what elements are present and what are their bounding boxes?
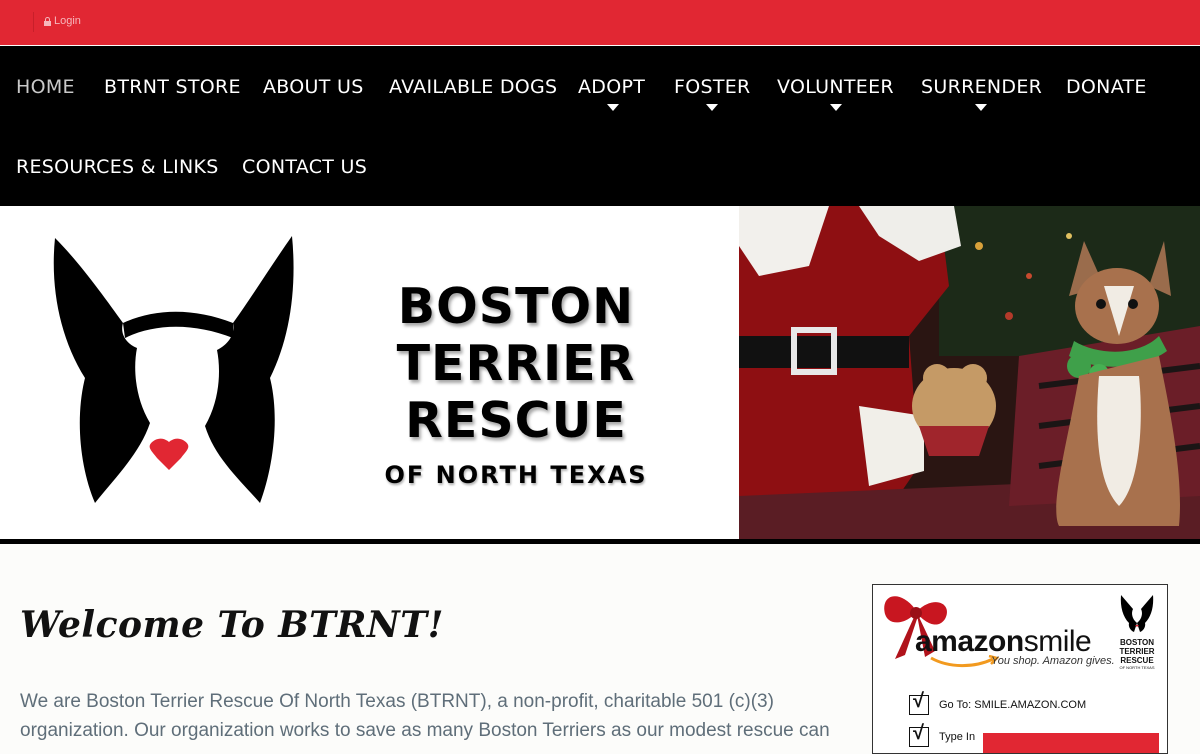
top-bar-divider <box>33 12 34 32</box>
ad-step-1-text: Go To: SMILE.AMAZON.COM <box>939 699 1087 711</box>
amazon-smile-ad[interactable]: amazonsmile You shop. Amazon gives. BOST… <box>872 584 1168 754</box>
hero-banner: BOSTON TERRIER RESCUE OF NORTH TEXAS <box>0 206 1200 544</box>
checkbox-icon: √ <box>909 690 929 715</box>
nav-resources-links[interactable]: RESOURCES & LINKS <box>16 156 219 178</box>
lock-icon <box>44 16 51 26</box>
nav-donate[interactable]: DONATE <box>1066 76 1147 98</box>
mini-logo-line-4: OF NORTH TEXAS <box>1119 665 1155 670</box>
mini-btrnt-logo: BOSTON TERRIER RESCUE OF NORTH TEXAS <box>1115 593 1159 670</box>
banner-logo-text: BOSTON TERRIER RESCUE OF NORTH TEXAS <box>380 278 652 489</box>
top-bar: Login <box>0 0 1200 45</box>
ad-step-2: √ Type In <box>909 722 976 747</box>
chevron-down-icon[interactable] <box>607 104 619 111</box>
main-content: Welcome To BTRNT! We are Boston Terrier … <box>0 544 1200 754</box>
nav-available-dogs[interactable]: AVAILABLE DOGS <box>389 76 557 98</box>
nav-foster[interactable]: FOSTER <box>674 76 751 98</box>
boston-terrier-logo-icon <box>53 236 294 503</box>
logo-line-1: BOSTON <box>397 278 635 335</box>
chevron-down-icon[interactable] <box>706 104 718 111</box>
main-nav: HOME BTRNT STORE ABOUT US AVAILABLE DOGS… <box>0 46 1200 206</box>
amazon-smile-arrow-icon <box>930 655 999 668</box>
chevron-down-icon[interactable] <box>830 104 842 111</box>
ad-step-2-text: Type In <box>939 731 976 743</box>
nav-volunteer[interactable]: VOLUNTEER <box>777 76 894 98</box>
banner-logo-panel: BOSTON TERRIER RESCUE OF NORTH TEXAS <box>0 206 739 539</box>
logo-line-2: TERRIER <box>396 335 636 392</box>
mini-logo-line-1: BOSTON <box>1119 638 1155 647</box>
welcome-heading: Welcome To BTRNT! <box>20 604 444 646</box>
checkbox-icon: √ <box>909 722 929 747</box>
amazon-word: amazon <box>915 625 1024 658</box>
mini-logo-line-3: RESCUE <box>1120 656 1154 665</box>
intro-paragraph: We are Boston Terrier Rescue Of North Te… <box>20 691 830 741</box>
santa-dog-image <box>739 206 1200 539</box>
nav-about-us[interactable]: ABOUT US <box>263 76 364 98</box>
amazon-smile-wordmark: amazonsmile <box>915 625 1092 659</box>
amazon-tagline: You shop. Amazon gives. <box>991 655 1115 667</box>
ad-step-1: √ Go To: SMILE.AMAZON.COM <box>909 690 1087 715</box>
nav-contact-us[interactable]: CONTACT US <box>242 156 367 178</box>
nav-surrender[interactable]: SURRENDER <box>921 76 1042 98</box>
login-label: Login <box>54 15 81 27</box>
chevron-down-icon[interactable] <box>975 104 987 111</box>
logo-line-4: OF NORTH TEXAS <box>384 461 648 489</box>
ad-red-bar <box>983 733 1159 753</box>
logo-line-3: RESCUE <box>405 392 627 449</box>
nav-home[interactable]: HOME <box>16 76 75 98</box>
mini-logo-line-2: TERRIER <box>1119 647 1155 656</box>
mini-terrier-icon <box>1120 595 1154 632</box>
nav-adopt[interactable]: ADOPT <box>578 76 645 98</box>
login-link[interactable]: Login <box>44 15 81 27</box>
smile-word: smile <box>1023 625 1092 658</box>
nav-btrnt-store[interactable]: BTRNT STORE <box>104 76 241 98</box>
santa-dog-photo <box>739 206 1200 539</box>
